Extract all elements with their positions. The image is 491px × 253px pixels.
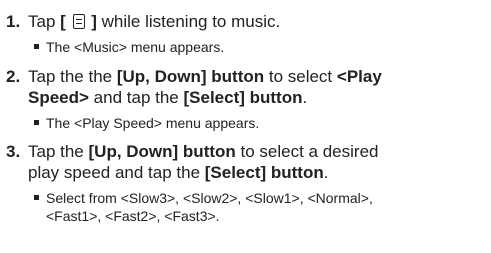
step-2-result: The <Play Speed> menu appears. [0,114,491,132]
step-number: 2. [6,67,21,86]
step-text: Tap the [28,142,89,161]
step-2: 2. Tap the the [Up, Down] button to sele… [0,66,491,132]
step-text: and tap the [88,88,184,107]
step-text: Tap [28,12,61,31]
step-3-text: 3. Tap the [Up, Down] button to select a… [0,141,491,183]
step-3: 3. Tap the [Up, Down] button to select a… [0,141,491,225]
step-3-result: Select from <Slow3>, <Slow2>, <Slow1>, <… [0,189,491,225]
step-1-text: 1. Tap [ ] while listening to music. [0,11,491,32]
step-text: to select a desired [235,142,379,161]
bullet-icon [34,44,39,49]
bracket-open: [ [60,12,71,31]
select-button-ref: [Select] button [204,163,324,182]
result-text: Select from <Slow3>, <Slow2>, <Slow1>, <… [46,190,373,206]
step-text: Tap the the [28,67,117,86]
bullet-icon [34,195,39,200]
step-1-result: The <Music> menu appears. [0,38,491,56]
up-down-button-ref: [Up, Down] button [88,142,236,161]
step-number: 3. [6,142,21,161]
step-1: 1. Tap [ ] while listening to music. The… [0,11,491,56]
step-text: while listening to music. [96,12,281,31]
step-text: play speed and tap the [28,163,205,182]
result-text: <Fast1>, <Fast2>, <Fast3>. [46,208,220,224]
step-text: . [323,163,329,182]
play-speed-ref: Speed> [28,88,89,107]
step-text: . [302,88,308,107]
bullet-icon [34,120,39,125]
up-down-button-ref: [Up, Down] button [116,67,265,86]
result-text: The <Play Speed> menu appears. [46,115,260,131]
select-button-ref: [Select] button [183,88,303,107]
play-speed-ref: <Play [336,67,382,86]
bracket-close: ] [86,12,97,31]
result-text: The <Music> menu appears. [46,39,225,55]
menu-icon [72,14,85,29]
step-text: to select [264,67,337,86]
step-2-text: 2. Tap the the [Up, Down] button to sele… [0,66,491,108]
instruction-steps: 1. Tap [ ] while listening to music. The… [0,0,491,253]
step-number: 1. [6,12,21,31]
